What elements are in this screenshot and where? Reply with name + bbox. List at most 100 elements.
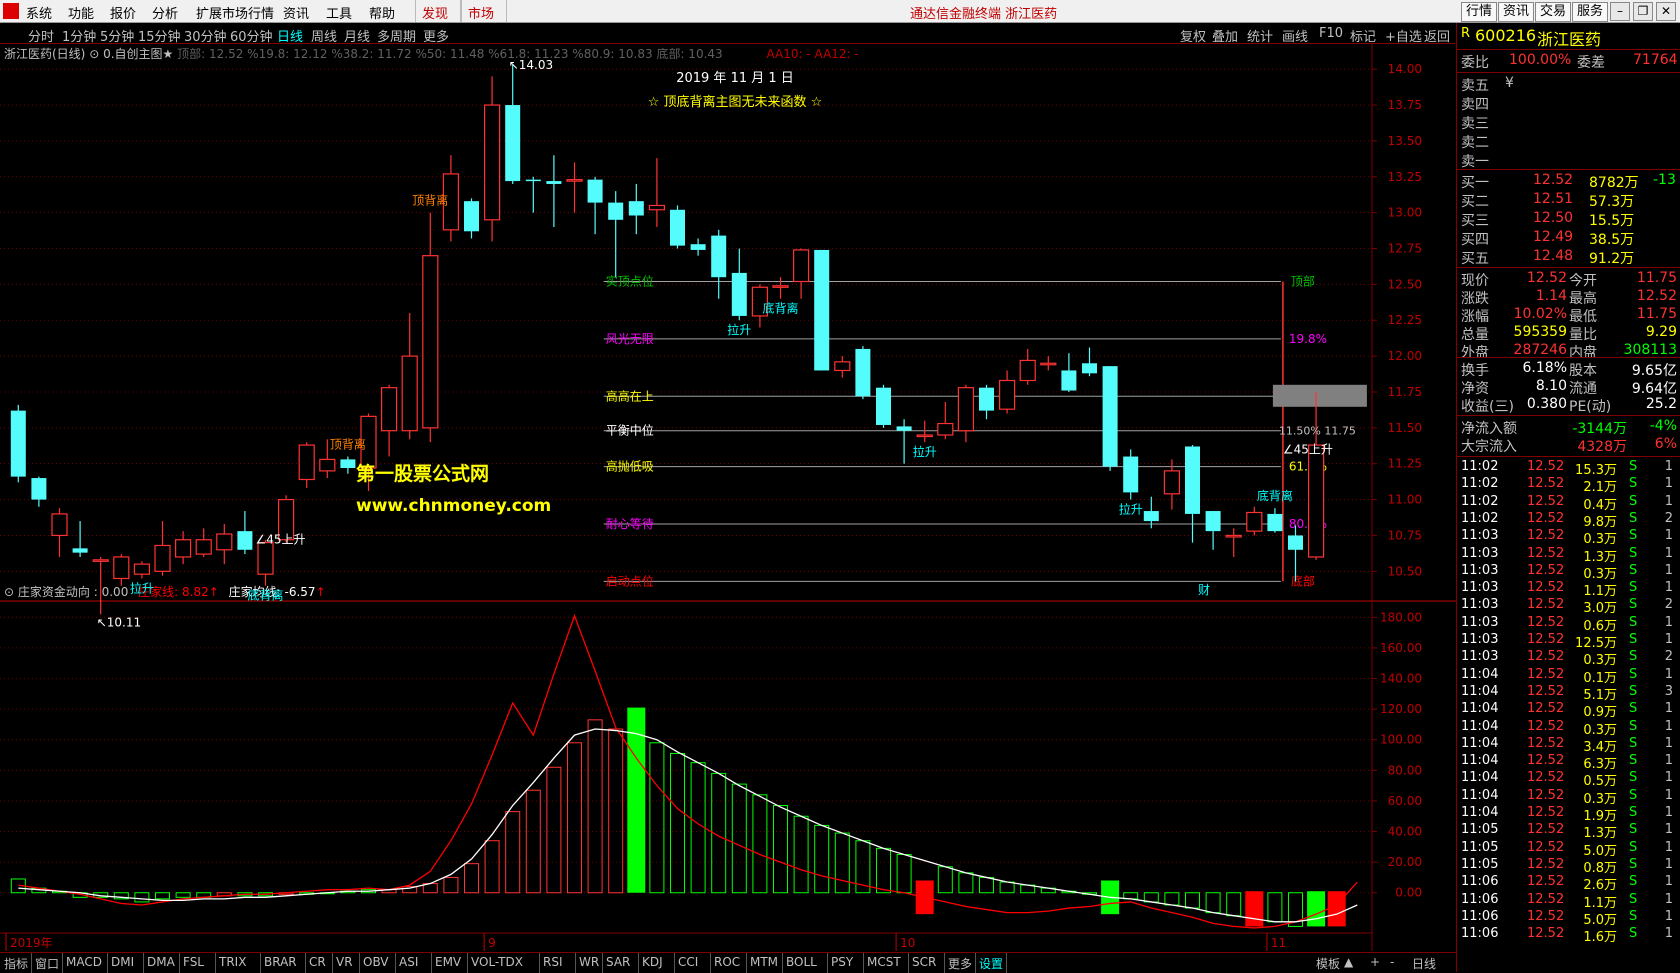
candle[interactable]: [670, 205, 685, 249]
candle[interactable]: [31, 476, 47, 507]
candle[interactable]: [381, 384, 398, 457]
candle[interactable]: [1288, 525, 1303, 582]
candle[interactable]: [505, 64, 521, 184]
zoom-in-icon[interactable]: +: [1370, 955, 1380, 969]
candle[interactable]: [1040, 356, 1057, 371]
minimize-icon[interactable]: –: [1610, 2, 1630, 21]
candle[interactable]: [711, 229, 727, 299]
bottom-tab-更多[interactable]: 更多: [948, 955, 972, 972]
candle[interactable]: [154, 521, 171, 576]
candle[interactable]: [792, 248, 810, 299]
candle[interactable]: [690, 238, 706, 256]
candle[interactable]: [51, 508, 68, 557]
candle[interactable]: [92, 556, 109, 615]
bottom-tab-dma[interactable]: DMA: [147, 955, 175, 969]
bottom-tab-cr[interactable]: CR: [309, 955, 326, 969]
candle[interactable]: [133, 561, 150, 579]
candle[interactable]: [834, 356, 851, 378]
bottom-tab-boll[interactable]: BOLL: [786, 955, 817, 969]
candle[interactable]: [587, 176, 603, 235]
bottom-tab-psy[interactable]: PSY: [831, 955, 853, 969]
template-button[interactable]: 模板: [1316, 955, 1340, 972]
candle[interactable]: [195, 528, 212, 557]
bottom-tab-macd[interactable]: MACD: [66, 955, 102, 969]
restore-icon[interactable]: ❐: [1633, 2, 1653, 21]
candle[interactable]: [1246, 506, 1263, 536]
candle[interactable]: [1205, 511, 1221, 550]
bottom-tab-scr[interactable]: SCR: [912, 955, 936, 969]
bottom-tab-kdj[interactable]: KDJ: [642, 955, 663, 969]
candle[interactable]: [1123, 449, 1139, 500]
bottom-tab-roc[interactable]: ROC: [714, 955, 740, 969]
candle[interactable]: [340, 456, 356, 474]
candle[interactable]: [1307, 391, 1325, 560]
candle[interactable]: [648, 158, 666, 227]
candle-body: [92, 559, 109, 562]
candle[interactable]: [1185, 445, 1200, 543]
candle[interactable]: [175, 531, 192, 565]
candle[interactable]: [855, 346, 871, 400]
candle[interactable]: [298, 442, 315, 489]
bottom-tab-mtm[interactable]: MTM: [750, 955, 778, 969]
candle[interactable]: [1225, 528, 1242, 557]
candle[interactable]: [484, 76, 501, 242]
candle[interactable]: [916, 420, 933, 443]
bottom-tab-sar[interactable]: SAR: [606, 955, 630, 969]
bottom-tab-dmi[interactable]: DMI: [111, 955, 134, 969]
bottom-tab-指标[interactable]: 指标: [4, 955, 28, 972]
candle[interactable]: [525, 176, 541, 213]
candle[interactable]: [937, 402, 954, 440]
bottom-tab-设置[interactable]: 设置: [979, 955, 1003, 972]
candle[interactable]: [72, 521, 88, 557]
bottom-tab-窗口[interactable]: 窗口: [35, 955, 59, 972]
candle[interactable]: [113, 554, 130, 586]
candle[interactable]: [1267, 508, 1283, 533]
toolbar-trade-button[interactable]: 交易: [1535, 2, 1572, 22]
candle[interactable]: [216, 523, 233, 565]
chart-canvas[interactable]: 实顶点位风光无限19.8%高高在上38.2%平衡中位高抛低吸61.8%耐心等待8…: [0, 0, 1456, 952]
scroll-up-icon[interactable]: ▲: [1344, 955, 1353, 969]
candle[interactable]: [876, 384, 891, 428]
candle[interactable]: [772, 277, 789, 299]
bottom-tab-emv[interactable]: EMV: [435, 955, 461, 969]
candle[interactable]: [979, 384, 994, 420]
bottom-tab-obv[interactable]: OBV: [363, 955, 389, 969]
candle[interactable]: [731, 248, 747, 321]
bottom-tab-cci[interactable]: CCI: [678, 955, 698, 969]
candle[interactable]: [401, 313, 418, 440]
finance-marker[interactable]: 财: [1198, 583, 1210, 597]
close-icon[interactable]: ✕: [1656, 2, 1676, 21]
candle[interactable]: [957, 384, 975, 443]
bottom-tab-vr[interactable]: VR: [336, 955, 353, 969]
bottom-tab-brar[interactable]: BRAR: [264, 955, 297, 969]
candle[interactable]: [628, 183, 644, 235]
bottom-tab-vol-tdx[interactable]: VOL-TDX: [471, 955, 523, 969]
bottom-tab-wr[interactable]: WR: [579, 955, 599, 969]
candle[interactable]: [1061, 353, 1077, 392]
bottom-tab-fsl[interactable]: FSL: [183, 955, 204, 969]
toolbar-service-button[interactable]: 服务: [1572, 2, 1609, 22]
zoom-out-icon[interactable]: -: [1390, 955, 1394, 969]
toolbar-news-button[interactable]: 资讯: [1498, 2, 1535, 22]
bottom-tab-rsi[interactable]: RSI: [543, 955, 563, 969]
candle[interactable]: [1082, 347, 1097, 377]
candle[interactable]: [608, 191, 624, 278]
candle[interactable]: [422, 212, 439, 443]
candle[interactable]: [10, 404, 26, 483]
candle[interactable]: [1102, 366, 1118, 471]
candle[interactable]: [546, 155, 562, 227]
toolbar-quote-button[interactable]: 行情: [1461, 2, 1498, 22]
indicator-bar: [958, 872, 974, 894]
bottom-tab-trix[interactable]: TRIX: [219, 955, 246, 969]
bottom-tab-mcst[interactable]: MCST: [867, 955, 901, 969]
candle[interactable]: [237, 511, 253, 555]
candle[interactable]: [566, 162, 583, 213]
candle[interactable]: [896, 419, 912, 464]
candle-body: [979, 387, 994, 411]
candle[interactable]: [814, 249, 830, 371]
bottom-tab-asi[interactable]: ASI: [399, 955, 418, 969]
candles[interactable]: [10, 64, 1325, 615]
candle[interactable]: [464, 198, 479, 239]
candle[interactable]: [998, 370, 1016, 414]
candle[interactable]: [1019, 348, 1036, 385]
